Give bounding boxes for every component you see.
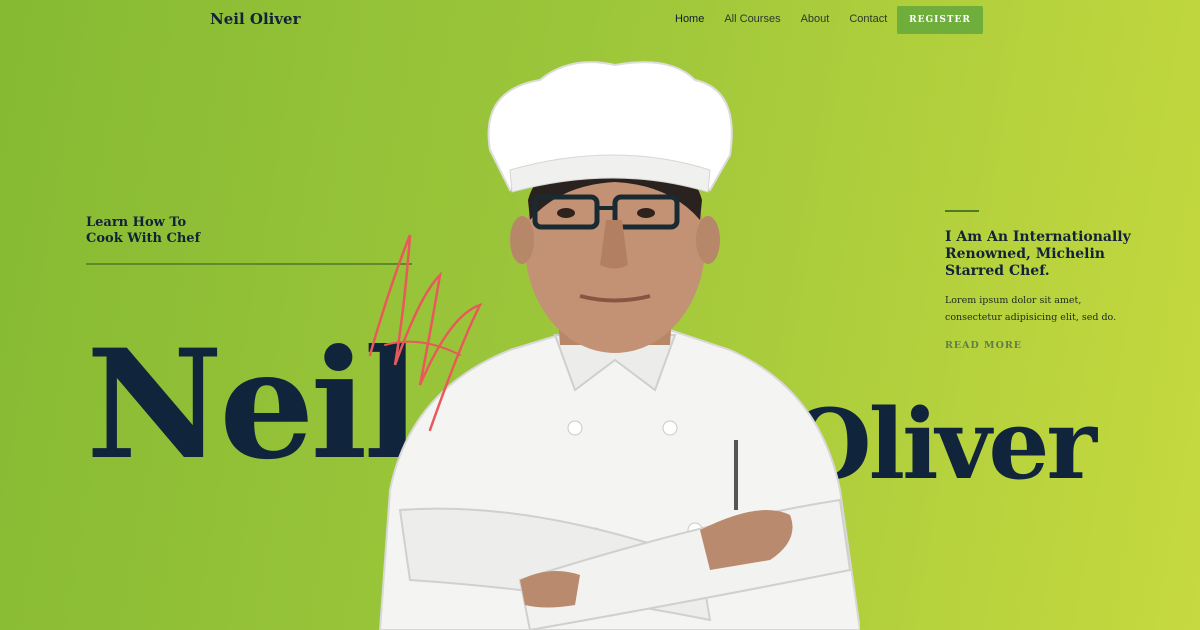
jacket-button: [567, 420, 583, 436]
chef-signature: [368, 234, 483, 432]
hero-tagline: Learn How To Cook With Chef: [86, 215, 226, 247]
pen: [734, 440, 738, 510]
intro-divider: [945, 210, 979, 212]
main-nav: Home All Courses About Contact: [675, 13, 907, 25]
body-line-1: Lorem ipsum dolor sit amet,: [945, 295, 1082, 306]
chef-hand: [520, 571, 580, 608]
tagline-line-2: Cook With Chef: [86, 231, 201, 246]
nav-contact[interactable]: Contact: [849, 13, 887, 25]
heading-line-1: I Am An Internationally: [945, 229, 1131, 245]
jacket-button: [662, 420, 678, 436]
intro-heading: I Am An Internationally Renowned, Michel…: [945, 229, 1145, 280]
read-more-link[interactable]: READ MORE: [945, 340, 1022, 351]
nav-about[interactable]: About: [801, 13, 830, 25]
site-logo[interactable]: Neil Oliver: [210, 10, 301, 28]
intro-body: Lorem ipsum dolor sit amet, consectetur …: [945, 292, 1135, 326]
register-button[interactable]: REGISTER: [897, 6, 983, 34]
heading-line-2: Renowned, Michelin: [945, 246, 1105, 262]
chef-eye: [557, 208, 575, 218]
nav-all-courses[interactable]: All Courses: [724, 13, 780, 25]
body-line-2: consectetur adipisicing elit, sed do.: [945, 312, 1117, 323]
tagline-line-1: Learn How To: [86, 215, 187, 230]
chef-ear: [510, 216, 534, 264]
chef-eye: [637, 208, 655, 218]
chef-ear: [696, 216, 720, 264]
nav-home[interactable]: Home: [675, 13, 704, 25]
heading-line-3: Starred Chef.: [945, 263, 1050, 279]
